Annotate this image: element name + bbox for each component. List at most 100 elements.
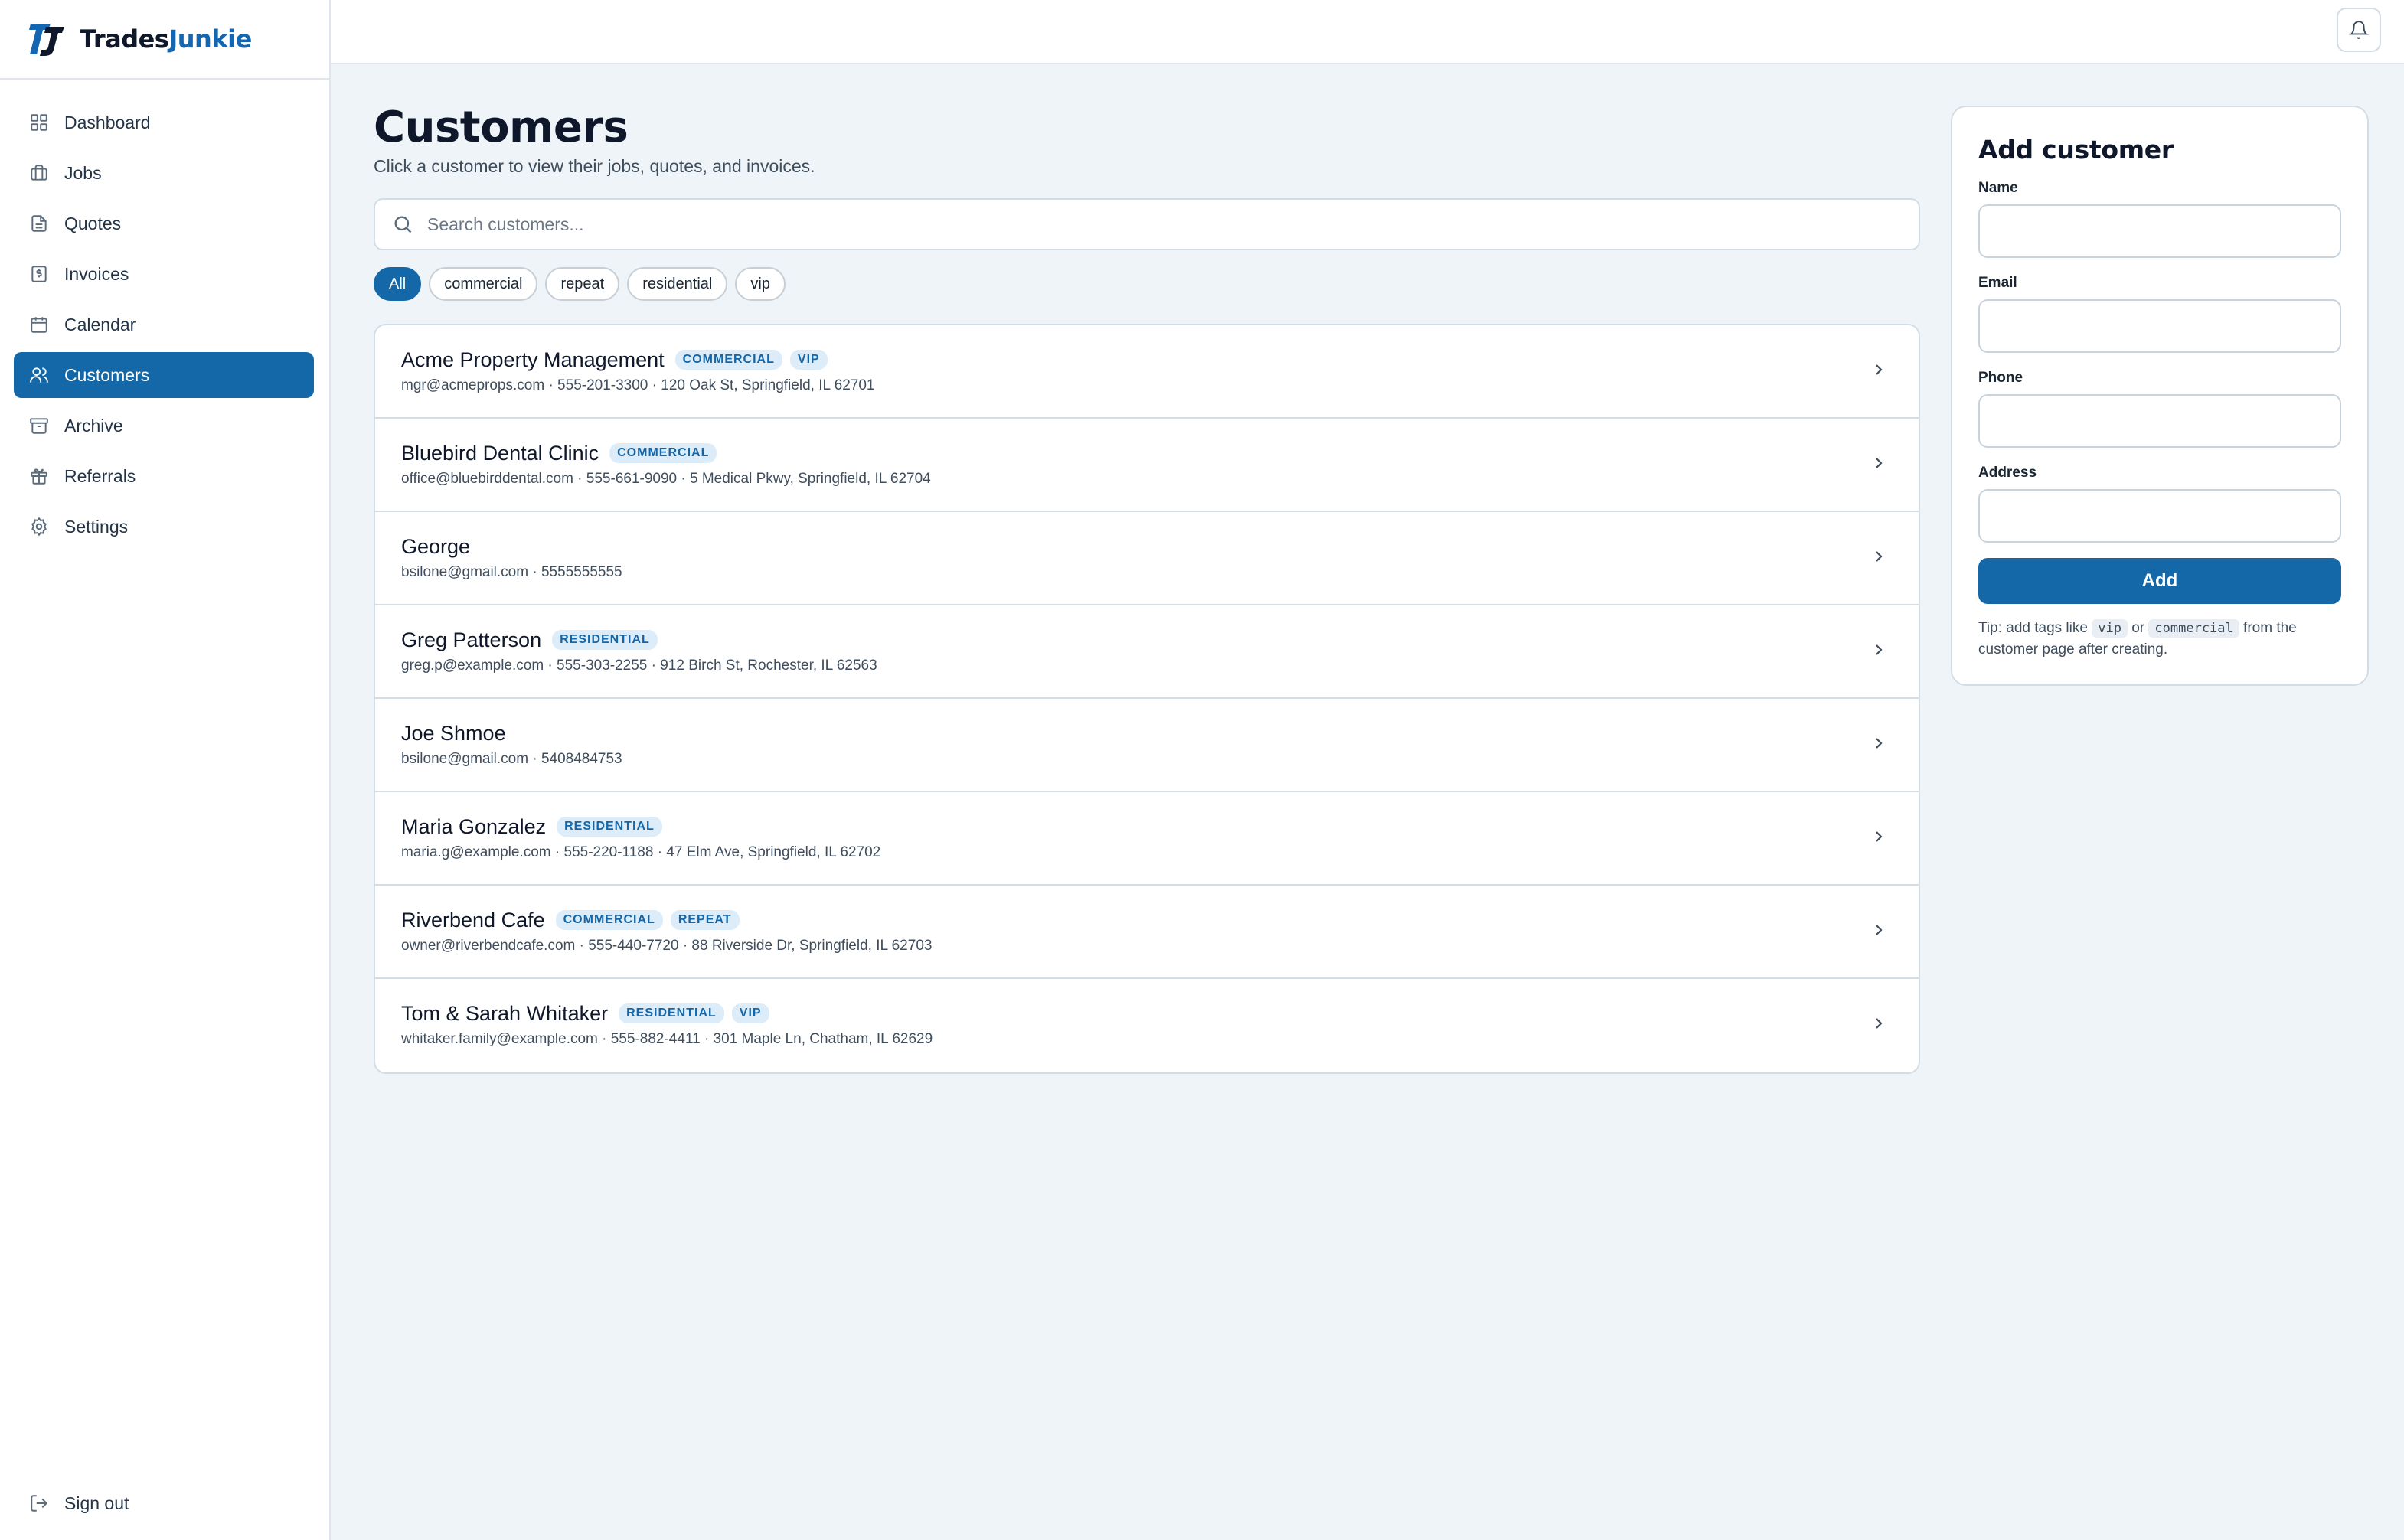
add-customer-panel: Add customer Name Email Phone Address Ad… [1951, 106, 2369, 686]
sidebar: TradesJunkie Dashboard Jobs Quotes Invoi… [0, 0, 331, 1540]
sidebar-item-label: Invoices [64, 263, 129, 284]
customer-row[interactable]: Maria Gonzalez RESIDENTIAL maria.g@examp… [375, 792, 1919, 886]
customer-tag: COMMERCIAL [555, 910, 663, 930]
customer-details: greg.p@example.com · 555-303-2255 · 912 … [401, 657, 877, 674]
chevron-right-icon [1876, 551, 1883, 562]
page-title: Customers [374, 103, 629, 152]
sidebar-item-dashboard[interactable]: Dashboard [14, 100, 314, 145]
chevron-right-icon [1876, 458, 1883, 468]
email-label: Email [1978, 275, 2017, 291]
customer-name: George [401, 534, 471, 558]
filter-chip-vip[interactable]: vip [735, 267, 786, 301]
tip-or: or [2131, 620, 2145, 636]
top-bar [331, 0, 2404, 64]
sidebar-item-jobs[interactable]: Jobs [14, 150, 314, 196]
sign-out-button[interactable]: Sign out [14, 1480, 315, 1526]
filter-chip-all[interactable]: All [374, 267, 422, 301]
page-subtitle: Click a customer to view their jobs, quo… [374, 156, 815, 176]
search-bar[interactable] [374, 198, 1920, 250]
customer-tag: VIP [789, 350, 828, 370]
sidebar-item-settings[interactable]: Settings [14, 504, 314, 550]
search-input[interactable] [427, 214, 1805, 235]
address-field[interactable] [1978, 489, 2341, 543]
filter-chip-commercial[interactable]: commercial [429, 267, 538, 301]
sidebar-item-label: Dashboard [64, 112, 151, 132]
sidebar-item-label: Settings [64, 516, 129, 537]
customer-name: Acme Property Management [401, 347, 665, 371]
tip-tag-commercial: commercial [2148, 619, 2239, 638]
customer-tag: COMMERCIAL [674, 350, 782, 370]
customer-name: Greg Patterson [401, 628, 542, 651]
gift-icon [31, 468, 47, 485]
phone-field[interactable] [1978, 394, 2341, 448]
grid-icon [31, 114, 47, 131]
chevron-right-icon [1876, 738, 1883, 749]
calendar-icon [31, 317, 47, 333]
customer-row[interactable]: Bluebird Dental Clinic COMMERCIAL office… [375, 419, 1919, 512]
notifications-button[interactable] [2337, 8, 2381, 52]
filter-chips: All commercial repeat residential vip [374, 267, 1920, 301]
customer-name: Maria Gonzalez [401, 814, 547, 838]
customer-tag: REPEAT [670, 910, 740, 930]
brand-name: TradesJunkie [80, 24, 252, 54]
customer-details: bsilone@gmail.com · 5555555555 [401, 564, 622, 580]
customer-row[interactable]: Acme Property Management COMMERCIAL VIP … [375, 325, 1919, 419]
customer-details: mgr@acmeprops.com · 555-201-3300 · 120 O… [401, 377, 875, 393]
sidebar-item-label: Archive [64, 415, 123, 436]
users-icon [30, 367, 48, 383]
chevron-right-icon [1876, 364, 1883, 375]
customer-name: Joe Shmoe [401, 721, 506, 745]
customer-details: whitaker.family@example.com · 555-882-44… [401, 1031, 933, 1047]
sign-out-label: Sign out [64, 1493, 129, 1513]
sidebar-item-label: Jobs [64, 162, 102, 183]
logo-icon [29, 24, 64, 56]
sidebar-item-calendar[interactable]: Calendar [14, 302, 314, 347]
sidebar-item-quotes[interactable]: Quotes [14, 201, 314, 246]
brand-name-part1: Trades [80, 24, 169, 54]
sidebar-nav: Dashboard Jobs Quotes Invoices Calendar … [0, 80, 329, 550]
archive-icon [30, 418, 48, 434]
customer-details: bsilone@gmail.com · 5408484753 [401, 751, 622, 767]
tip-tag-vip: vip [2092, 619, 2128, 638]
phone-label: Phone [1978, 370, 2023, 386]
bell-icon [2349, 21, 2369, 39]
search-icon [394, 216, 412, 233]
sidebar-item-label: Quotes [64, 213, 122, 233]
customer-tag: VIP [731, 1003, 769, 1023]
address-label: Address [1978, 465, 2037, 481]
customer-tag: COMMERCIAL [609, 443, 717, 463]
receipt-icon [31, 266, 47, 282]
sidebar-item-archive[interactable]: Archive [14, 403, 314, 449]
add-customer-button[interactable]: Add [1978, 558, 2341, 604]
email-field[interactable] [1978, 299, 2341, 353]
customer-details: maria.g@example.com · 555-220-1188 · 47 … [401, 844, 881, 860]
name-field[interactable] [1978, 204, 2341, 258]
tip-text: Tip: add tags like vip or commercial fro… [1978, 618, 2341, 661]
briefcase-icon [31, 165, 47, 181]
customer-tag: RESIDENTIAL [557, 817, 662, 837]
gear-icon [31, 517, 47, 537]
customer-name: Riverbend Cafe [401, 908, 545, 932]
filter-chip-residential[interactable]: residential [627, 267, 728, 301]
chevron-right-icon [1876, 644, 1883, 655]
customer-details: owner@riverbendcafe.com · 555-440-7720 ·… [401, 938, 933, 954]
customer-row[interactable]: George bsilone@gmail.com · 5555555555 [375, 512, 1919, 605]
customer-details: office@bluebirddental.com · 555-661-9090… [401, 471, 931, 487]
customer-tag: RESIDENTIAL [552, 630, 658, 650]
sidebar-item-customers[interactable]: Customers [14, 352, 314, 398]
customer-name: Tom & Sarah Whitaker [401, 1001, 609, 1025]
filter-chip-repeat[interactable]: repeat [545, 267, 620, 301]
customer-row[interactable]: Greg Patterson RESIDENTIAL greg.p@exampl… [375, 605, 1919, 699]
add-customer-title: Add customer [1978, 135, 2174, 165]
sidebar-item-referrals[interactable]: Referrals [14, 453, 314, 499]
sign-out-icon [31, 1495, 48, 1512]
brand-name-part2: Junkie [168, 24, 252, 54]
customer-tag: RESIDENTIAL [619, 1003, 724, 1023]
brand[interactable]: TradesJunkie [0, 0, 329, 80]
sidebar-item-invoices[interactable]: Invoices [14, 251, 314, 297]
document-icon [31, 215, 47, 232]
sidebar-item-label: Calendar [64, 314, 136, 334]
customer-row[interactable]: Riverbend Cafe COMMERCIAL REPEAT owner@r… [375, 886, 1919, 979]
customer-row[interactable]: Tom & Sarah Whitaker RESIDENTIAL VIP whi… [375, 979, 1919, 1072]
customer-row[interactable]: Joe Shmoe bsilone@gmail.com · 5408484753 [375, 699, 1919, 792]
